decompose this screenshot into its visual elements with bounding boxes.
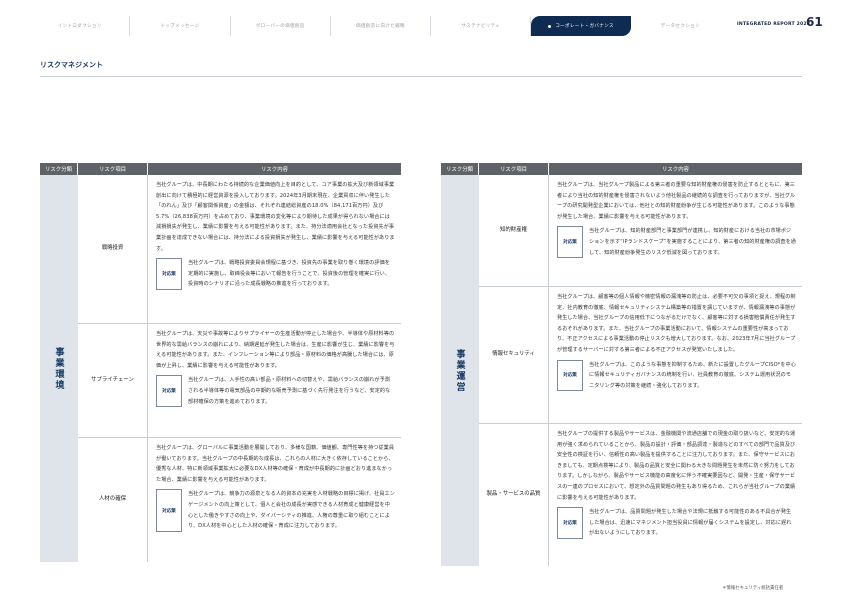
risk-category: 事業環境	[40, 175, 78, 562]
page-number: 61	[806, 15, 823, 29]
countermeasure: 対応策 当社グループは、競争力の源泉となる人的資本の充実を人材戦略の目標に掲げ、…	[156, 489, 395, 532]
risk-description: 当社グループは、顧客等の個人情報や機密情報の漏洩等の防止は、必要不可欠の事項と捉…	[557, 294, 796, 353]
risk-table-business-environment: リスク分類 リスク項目 リスク内容 事業環境 戦略投資 当社グループは、中長期に…	[40, 163, 401, 562]
header-content: リスク内容	[148, 163, 401, 175]
tab-label: グローバーの価値創造	[255, 24, 305, 29]
countermeasure-text: 当社グループは、品質問題が発生した場合や法規に抵触する可能性のある不具合が発生し…	[589, 509, 792, 537]
report-title: INTEGRATED REPORT 2024	[737, 22, 811, 27]
header-category: リスク分類	[40, 163, 78, 175]
countermeasure-label: 対応策	[557, 507, 583, 539]
countermeasure-text: 当社グループは、競争力の源泉となる人的資本の充実を人材戦略の目標に掲げ、社員エン…	[188, 491, 395, 530]
table-row: 知的財産権 当社グループは、当社グループ製品による第三者の重要な知的財産権の侵害…	[479, 175, 802, 287]
section-title: リスクマネジメント	[40, 61, 103, 69]
countermeasure-text: 当社グループは、戦略投資委員会規程に基づき、投資先の事業を取り巻く環境の評価を定…	[188, 260, 391, 288]
countermeasure: 対応策 当社グループは、入手性の高い部品・原材料への切替えや、需給バランスの崩れ…	[156, 375, 395, 408]
risk-category: 事業運営	[441, 175, 479, 566]
countermeasure: 対応策 当社グループは、戦略投資委員会規程に基づき、投資先の事業を取り巻く環境の…	[156, 258, 395, 290]
table-row: 製品・サービスの品質 当社グループの提供する製品やサービスは、金融機関や流通店舗…	[479, 424, 802, 566]
countermeasure-text: 当社グループは、入手性の高い部品・原材料への切替えや、需給バランスの崩れが予測さ…	[188, 377, 391, 405]
tab-label: 価値創造に向けた戦略	[356, 24, 405, 29]
tab-introduction[interactable]: イントロダクション	[30, 16, 131, 36]
footnote: ＊情報セキュリティ統括責任者	[722, 586, 784, 591]
risk-item: 情報セキュリティ	[479, 287, 549, 423]
risk-description: 当社グループは、中長期にわたる持続的な企業価値向上を目的として、コア事業の拡大及…	[156, 182, 395, 252]
risk-item: サプライチェーン	[78, 324, 148, 437]
risk-description: 当社グループは、グローバルに事業活動を展開しており、多様な国籍、価値観、専門性等…	[156, 445, 395, 483]
tab-top-message[interactable]: トップメッセージ	[130, 16, 231, 36]
risk-item: 人材の確保	[78, 438, 148, 562]
risk-description: 当社グループは、天災や事故等によりサプライヤーの生産活動が停止した場合や、半導体…	[156, 331, 395, 369]
tab-strategy[interactable]: 価値創造に向けた戦略	[331, 16, 432, 36]
risk-item: 知的財産権	[479, 175, 549, 286]
tab-label: コーポレート・ガバナンス	[555, 24, 614, 29]
tab-label: サステナビリティ	[461, 24, 501, 29]
risk-category-label: 事業運営	[454, 348, 465, 393]
risk-category-label: 事業環境	[53, 346, 64, 391]
countermeasure: 対応策 当社グループは、知的財産部門と事業部門が連携し、知的財産における当社の市…	[557, 226, 797, 259]
risk-description: 当社グループの提供する製品やサービスは、金融機関や流通店舗での現金の取り扱いなど…	[557, 431, 796, 501]
header-item: リスク項目	[479, 163, 549, 175]
countermeasure: 対応策 当社グループは、このような事態を抑制するため、新たに設置したグループCI…	[557, 359, 796, 392]
table-row: サプライチェーン 当社グループは、天災や事故等によりサプライヤーの生産活動が停止…	[78, 324, 401, 438]
countermeasure-label: 対応策	[557, 359, 583, 392]
countermeasure-label: 対応策	[156, 375, 182, 408]
countermeasure-label: 対応策	[557, 226, 583, 259]
risk-description: 当社グループは、当社グループ製品による第三者の重要な知的財産権の侵害を防止すると…	[557, 182, 796, 220]
countermeasure-text: 当社グループは、知的財産部門と事業部門が連携し、知的財産における当社の市場ポジシ…	[589, 228, 797, 256]
tab-label: イントロダクション	[57, 24, 102, 29]
tab-sustainability[interactable]: サステナビリティ	[431, 16, 532, 36]
table-row: 情報セキュリティ 当社グループは、顧客等の個人情報や機密情報の漏洩等の防止は、必…	[479, 287, 802, 424]
table-header: リスク分類 リスク項目 リスク内容	[40, 163, 401, 175]
countermeasure: 対応策 当社グループは、品質問題が発生した場合や法規に抵触する可能性のある不具合…	[557, 507, 796, 539]
active-dot-icon	[548, 24, 552, 28]
tab-label: データセクション	[660, 24, 700, 29]
countermeasure-text: 当社グループは、このような事態を抑制するため、新たに設置したグループCISO*を…	[589, 361, 796, 389]
tab-value-creation[interactable]: グローバーの価値創造	[231, 16, 331, 36]
risk-item: 製品・サービスの品質	[479, 424, 549, 566]
top-navigation: イントロダクション トップメッセージ グローバーの価値創造 価値創造に向けた戦略…	[30, 16, 730, 36]
risk-item: 戦略投資	[78, 175, 148, 323]
table-header: リスク分類 リスク項目 リスク内容	[441, 163, 802, 175]
header-item: リスク項目	[78, 163, 148, 175]
tab-label: トップメッセージ	[160, 24, 200, 29]
tab-data-section[interactable]: データセクション	[631, 16, 730, 36]
countermeasure-label: 対応策	[156, 258, 182, 290]
tab-corporate-governance[interactable]: コーポレート・ガバナンス	[531, 16, 631, 36]
table-row: 戦略投資 当社グループは、中長期にわたる持続的な企業価値向上を目的として、コア事…	[78, 175, 401, 324]
header-content: リスク内容	[549, 163, 802, 175]
header-category: リスク分類	[441, 163, 479, 175]
divider	[40, 76, 802, 77]
risk-table-business-operations: リスク分類 リスク項目 リスク内容 事業運営 知的財産権 当社グループは、当社グ…	[441, 163, 802, 566]
table-row: 人材の確保 当社グループは、グローバルに事業活動を展開しており、多様な国籍、価値…	[78, 438, 401, 562]
countermeasure-label: 対応策	[156, 489, 182, 532]
